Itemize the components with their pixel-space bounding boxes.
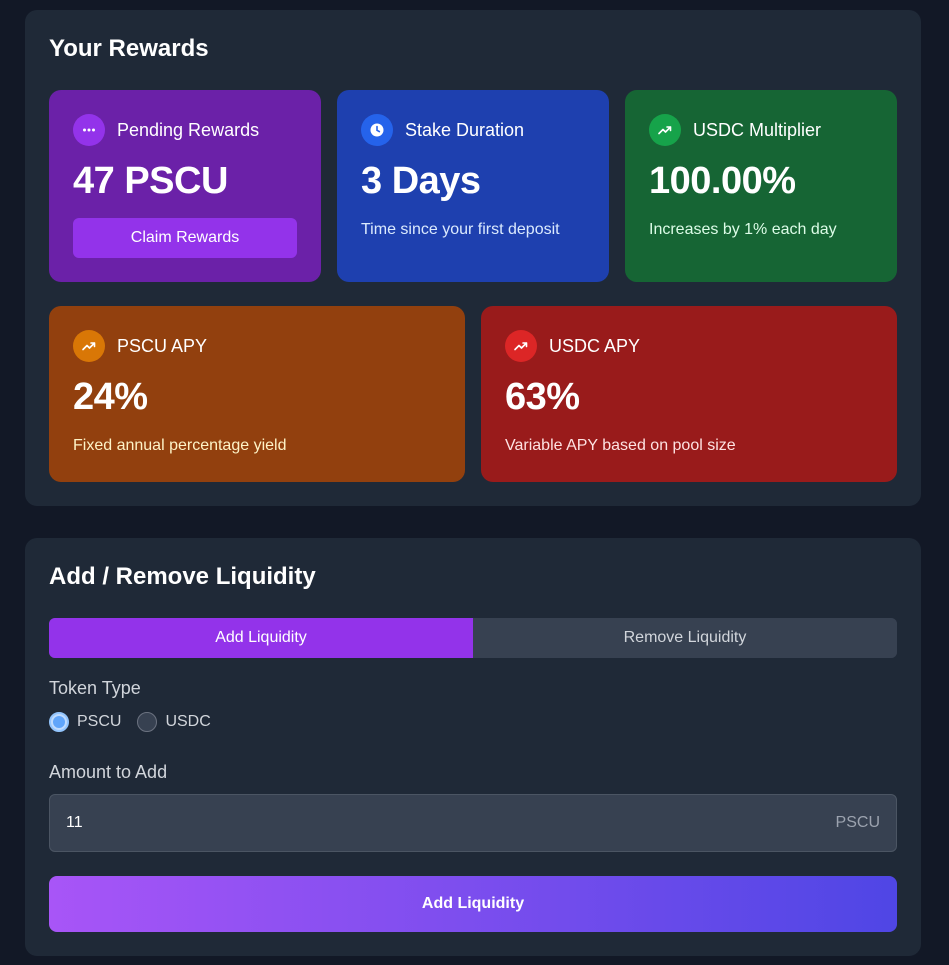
pending-rewards-card: Pending Rewards 47 PSCU Claim Rewards: [49, 90, 321, 282]
pscu-apy-card: PSCU APY 24% Fixed annual percentage yie…: [49, 306, 465, 482]
pending-rewards-value: 47 PSCU: [73, 160, 228, 202]
stake-duration-sub: Time since your first deposit: [361, 221, 560, 238]
clock-icon: [361, 114, 393, 146]
amount-unit: PSCU: [835, 814, 880, 831]
liquidity-tabs: Add Liquidity Remove Liquidity: [49, 618, 897, 658]
dots-icon: [73, 114, 105, 146]
rewards-panel: Your Rewards Pending Rewards 47 PSCU Cla…: [25, 10, 921, 506]
trending-up-icon: [73, 330, 105, 362]
usdc-apy-value: 63%: [505, 376, 580, 418]
token-type-label: Token Type: [49, 678, 141, 698]
token-option-label: PSCU: [77, 713, 122, 730]
token-option-label: USDC: [165, 713, 211, 730]
usdc-multiplier-value: 100.00%: [649, 160, 796, 202]
rewards-title: Your Rewards: [49, 35, 209, 62]
pending-rewards-label: Pending Rewards: [117, 119, 260, 140]
amount-label: Amount to Add: [49, 762, 168, 782]
tab-remove-liquidity[interactable]: Remove Liquidity: [473, 618, 897, 658]
amount-input[interactable]: [50, 795, 830, 851]
usdc-apy-sub: Variable APY based on pool size: [505, 437, 736, 454]
trending-up-icon: [649, 114, 681, 146]
pscu-apy-value: 24%: [73, 376, 148, 418]
trending-up-icon: [505, 330, 537, 362]
stake-duration-label: Stake Duration: [405, 119, 525, 140]
usdc-multiplier-label: USDC Multiplier: [693, 119, 822, 140]
token-type-radio-group: PSCU USDC: [49, 712, 227, 732]
pscu-apy-label: PSCU APY: [117, 335, 208, 356]
stake-duration-value: 3 Days: [361, 160, 481, 202]
liquidity-panel: Add / Remove Liquidity Add Liquidity Rem…: [25, 538, 921, 956]
usdc-apy-label: USDC APY: [549, 335, 641, 356]
usdc-apy-card: USDC APY 63% Variable APY based on pool …: [481, 306, 897, 482]
usdc-multiplier-card: USDC Multiplier 100.00% Increases by 1% …: [625, 90, 897, 282]
usdc-multiplier-sub: Increases by 1% each day: [649, 221, 837, 238]
amount-field: PSCU: [49, 794, 897, 852]
radio-pscu[interactable]: [49, 712, 69, 732]
token-option-usdc[interactable]: USDC: [137, 712, 211, 732]
radio-usdc[interactable]: [137, 712, 158, 732]
stake-duration-card: Stake Duration 3 Days Time since your fi…: [337, 90, 609, 282]
token-option-pscu[interactable]: PSCU: [49, 712, 121, 732]
liquidity-title: Add / Remove Liquidity: [49, 563, 316, 590]
add-liquidity-button[interactable]: Add Liquidity: [49, 876, 897, 932]
claim-rewards-button[interactable]: Claim Rewards: [73, 218, 297, 258]
pscu-apy-sub: Fixed annual percentage yield: [73, 437, 287, 454]
tab-add-liquidity[interactable]: Add Liquidity: [49, 618, 473, 658]
